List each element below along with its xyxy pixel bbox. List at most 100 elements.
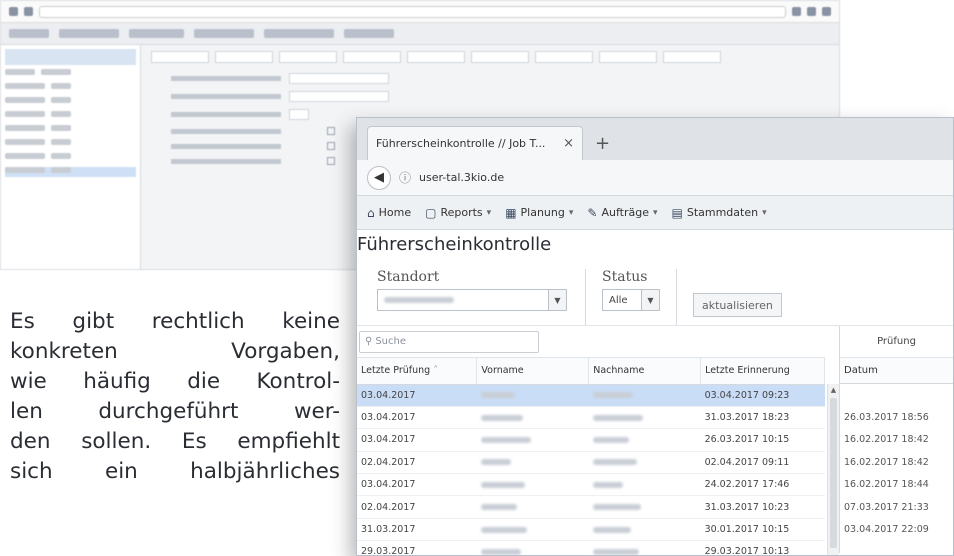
- chevron-down-icon[interactable]: ▼: [641, 290, 659, 310]
- chevron-down-icon: ▾: [486, 207, 492, 218]
- nav-item-home[interactable]: ⌂ Home: [367, 206, 411, 220]
- info-icon[interactable]: ⓘ: [399, 169, 411, 186]
- bg-url-bar: [1, 1, 839, 23]
- tab-strip: Führerscheinkontrolle // Job T... × +: [357, 118, 953, 160]
- last-name-cell: [588, 473, 701, 497]
- bg-sidebar: [1, 45, 141, 269]
- nav-label: Planung: [520, 206, 565, 219]
- intro-line: sich ein halbjährliches: [10, 459, 340, 484]
- column-header[interactable]: Letzte Prüfung ˄: [357, 358, 478, 385]
- first-name-cell: [476, 451, 589, 475]
- first-name-cell: [476, 406, 589, 430]
- check-date-cell: 16.02.2017 18:42: [844, 434, 929, 446]
- browser-tab[interactable]: Führerscheinkontrolle // Job T... ×: [367, 126, 583, 160]
- check-date-cell: 03.04.2017 22:09: [844, 524, 929, 536]
- page-title: Führerscheinkontrolle: [357, 234, 552, 255]
- last-reminder-cell: 31.03.2017 18:23: [700, 406, 825, 430]
- last-reminder-cell: 03.04.2017 09:23: [700, 384, 825, 407]
- filter-bar: Standort ▼ Status Alle ▼ aktualisieren: [357, 256, 953, 326]
- chevron-down-icon: ▾: [568, 207, 574, 218]
- table-row[interactable]: 03.04.2017 03.04.2017 09:23: [357, 384, 825, 407]
- last-check-cell: 03.04.2017: [357, 384, 477, 407]
- nav-label: Home: [378, 206, 412, 219]
- check-date-cell: 07.03.2017 21:33: [844, 501, 929, 513]
- intro-paragraph: Es gibt rechtlich keine konkreten Vorgab…: [10, 307, 340, 487]
- check-detail-pane: Prüfung Datum 26.03.2017 18:56 16.02.2017…: [839, 326, 953, 553]
- address-bar: ◀ ⓘ user-tal.3kio.de: [357, 160, 953, 196]
- table-scrollbar[interactable]: ▲: [827, 384, 839, 555]
- standort-filter: Standort ▼: [377, 269, 586, 325]
- intro-line: Es gibt rechtlich keine: [10, 309, 340, 334]
- chevron-down-icon[interactable]: ▼: [548, 290, 566, 310]
- chevron-up-icon[interactable]: ▲: [828, 384, 839, 396]
- table-row[interactable]: 02.04.2017 02.04.2017 09:11: [357, 451, 825, 475]
- check-header: Prüfung: [840, 326, 953, 358]
- last-reminder-cell: 31.03.2017 10:23: [700, 495, 825, 519]
- table-row[interactable]: 29.03.2017 29.03.2017 10:13: [357, 540, 825, 555]
- content-area: ⚲ Suche Letzte Prüfung ˄ Vorname Nachnam…: [357, 326, 953, 555]
- scrollbar-thumb[interactable]: [830, 398, 837, 548]
- url-text[interactable]: user-tal.3kio.de: [419, 171, 504, 184]
- first-name-cell: [476, 518, 589, 542]
- intro-line: len durchgeführt wer-: [10, 399, 340, 424]
- status-select[interactable]: Alle ▼: [602, 289, 660, 311]
- main-nav: ⌂ Home ▢ Reports ▾ ▦ Planung ▾ ✎ Aufträge ▾ ▤ Stammd…: [357, 196, 953, 230]
- intro-line: den sollen. Es empfiehlt: [10, 429, 340, 454]
- table-row[interactable]: 31.03.2017 30.01.2017 10:15: [357, 518, 825, 542]
- first-name-cell: [476, 428, 589, 452]
- chevron-down-icon: ▾: [652, 207, 658, 218]
- nav-item-reports[interactable]: ▢ Reports ▾: [425, 206, 491, 220]
- search-icon: ⚲: [365, 336, 373, 347]
- nav-label: Stammdaten: [686, 206, 759, 219]
- search-placeholder: Suche: [375, 336, 407, 347]
- standort-label: Standort: [377, 269, 440, 285]
- status-label: Status: [602, 269, 648, 285]
- new-tab-button[interactable]: +: [595, 133, 610, 154]
- intro-line: wie häufig die Kontrol-: [10, 369, 340, 394]
- browser-window: Führerscheinkontrolle // Job T... × + ◀ …: [356, 117, 954, 556]
- column-header[interactable]: Vorname: [476, 358, 590, 385]
- tab-title: Führerscheinkontrolle // Job T...: [376, 137, 546, 150]
- standort-select[interactable]: ▼: [377, 289, 567, 311]
- table-row[interactable]: 03.04.2017 31.03.2017 18:23: [357, 406, 825, 430]
- first-name-cell: [476, 495, 589, 519]
- check-date-cell: [840, 384, 953, 406]
- last-check-cell: 03.04.2017: [357, 406, 477, 430]
- last-name-cell: [588, 540, 701, 555]
- search-input[interactable]: ⚲ Suche: [359, 330, 539, 353]
- check-date-cell: 26.03.2017 18:56: [844, 412, 929, 424]
- close-icon[interactable]: ×: [563, 136, 574, 151]
- last-name-cell: [588, 518, 701, 542]
- first-name-cell: [476, 384, 589, 407]
- nav-item-aufträge[interactable]: ✎ Aufträge ▾: [587, 206, 657, 220]
- chevron-down-icon: ▾: [762, 207, 767, 218]
- last-name-cell: [588, 384, 701, 407]
- checks-table-pane: ⚲ Suche Letzte Prüfung ˄ Vorname Nachnam…: [357, 326, 839, 555]
- back-button[interactable]: ◀: [367, 165, 391, 190]
- check-date-cell: [840, 541, 953, 555]
- last-name-cell: [588, 451, 701, 475]
- nav-item-stammdaten[interactable]: ▤ Stammdaten ▾: [672, 206, 767, 220]
- date-column-header[interactable]: Datum: [840, 358, 953, 384]
- nav-label: Reports: [440, 206, 483, 219]
- last-check-cell: 29.03.2017: [357, 540, 477, 555]
- intro-line: konkreten Vorgaben,: [10, 339, 340, 364]
- last-reminder-cell: 26.03.2017 10:15: [700, 428, 825, 452]
- sort-icon: ˄: [433, 365, 438, 377]
- refresh-button[interactable]: aktualisieren: [693, 293, 782, 317]
- last-name-cell: [588, 495, 701, 519]
- last-check-cell: 02.04.2017: [357, 451, 477, 475]
- table-row[interactable]: 03.04.2017 24.02.2017 17:46: [357, 473, 825, 497]
- column-header[interactable]: Letzte Erinnerung: [700, 358, 825, 385]
- table-row[interactable]: 02.04.2017 31.03.2017 10:23: [357, 495, 825, 519]
- bg-toolbar: [1, 23, 839, 45]
- table-row[interactable]: 03.04.2017 26.03.2017 10:15: [357, 428, 825, 452]
- first-name-cell: [476, 540, 589, 555]
- last-check-cell: 03.04.2017: [357, 473, 477, 497]
- nav-item-planung[interactable]: ▦ Planung ▾: [505, 206, 573, 220]
- last-check-cell: 02.04.2017: [357, 495, 477, 519]
- column-header[interactable]: Nachname: [588, 358, 702, 385]
- last-name-cell: [588, 406, 701, 430]
- status-filter: Status Alle ▼: [602, 269, 677, 325]
- last-reminder-cell: 02.04.2017 09:11: [700, 451, 825, 475]
